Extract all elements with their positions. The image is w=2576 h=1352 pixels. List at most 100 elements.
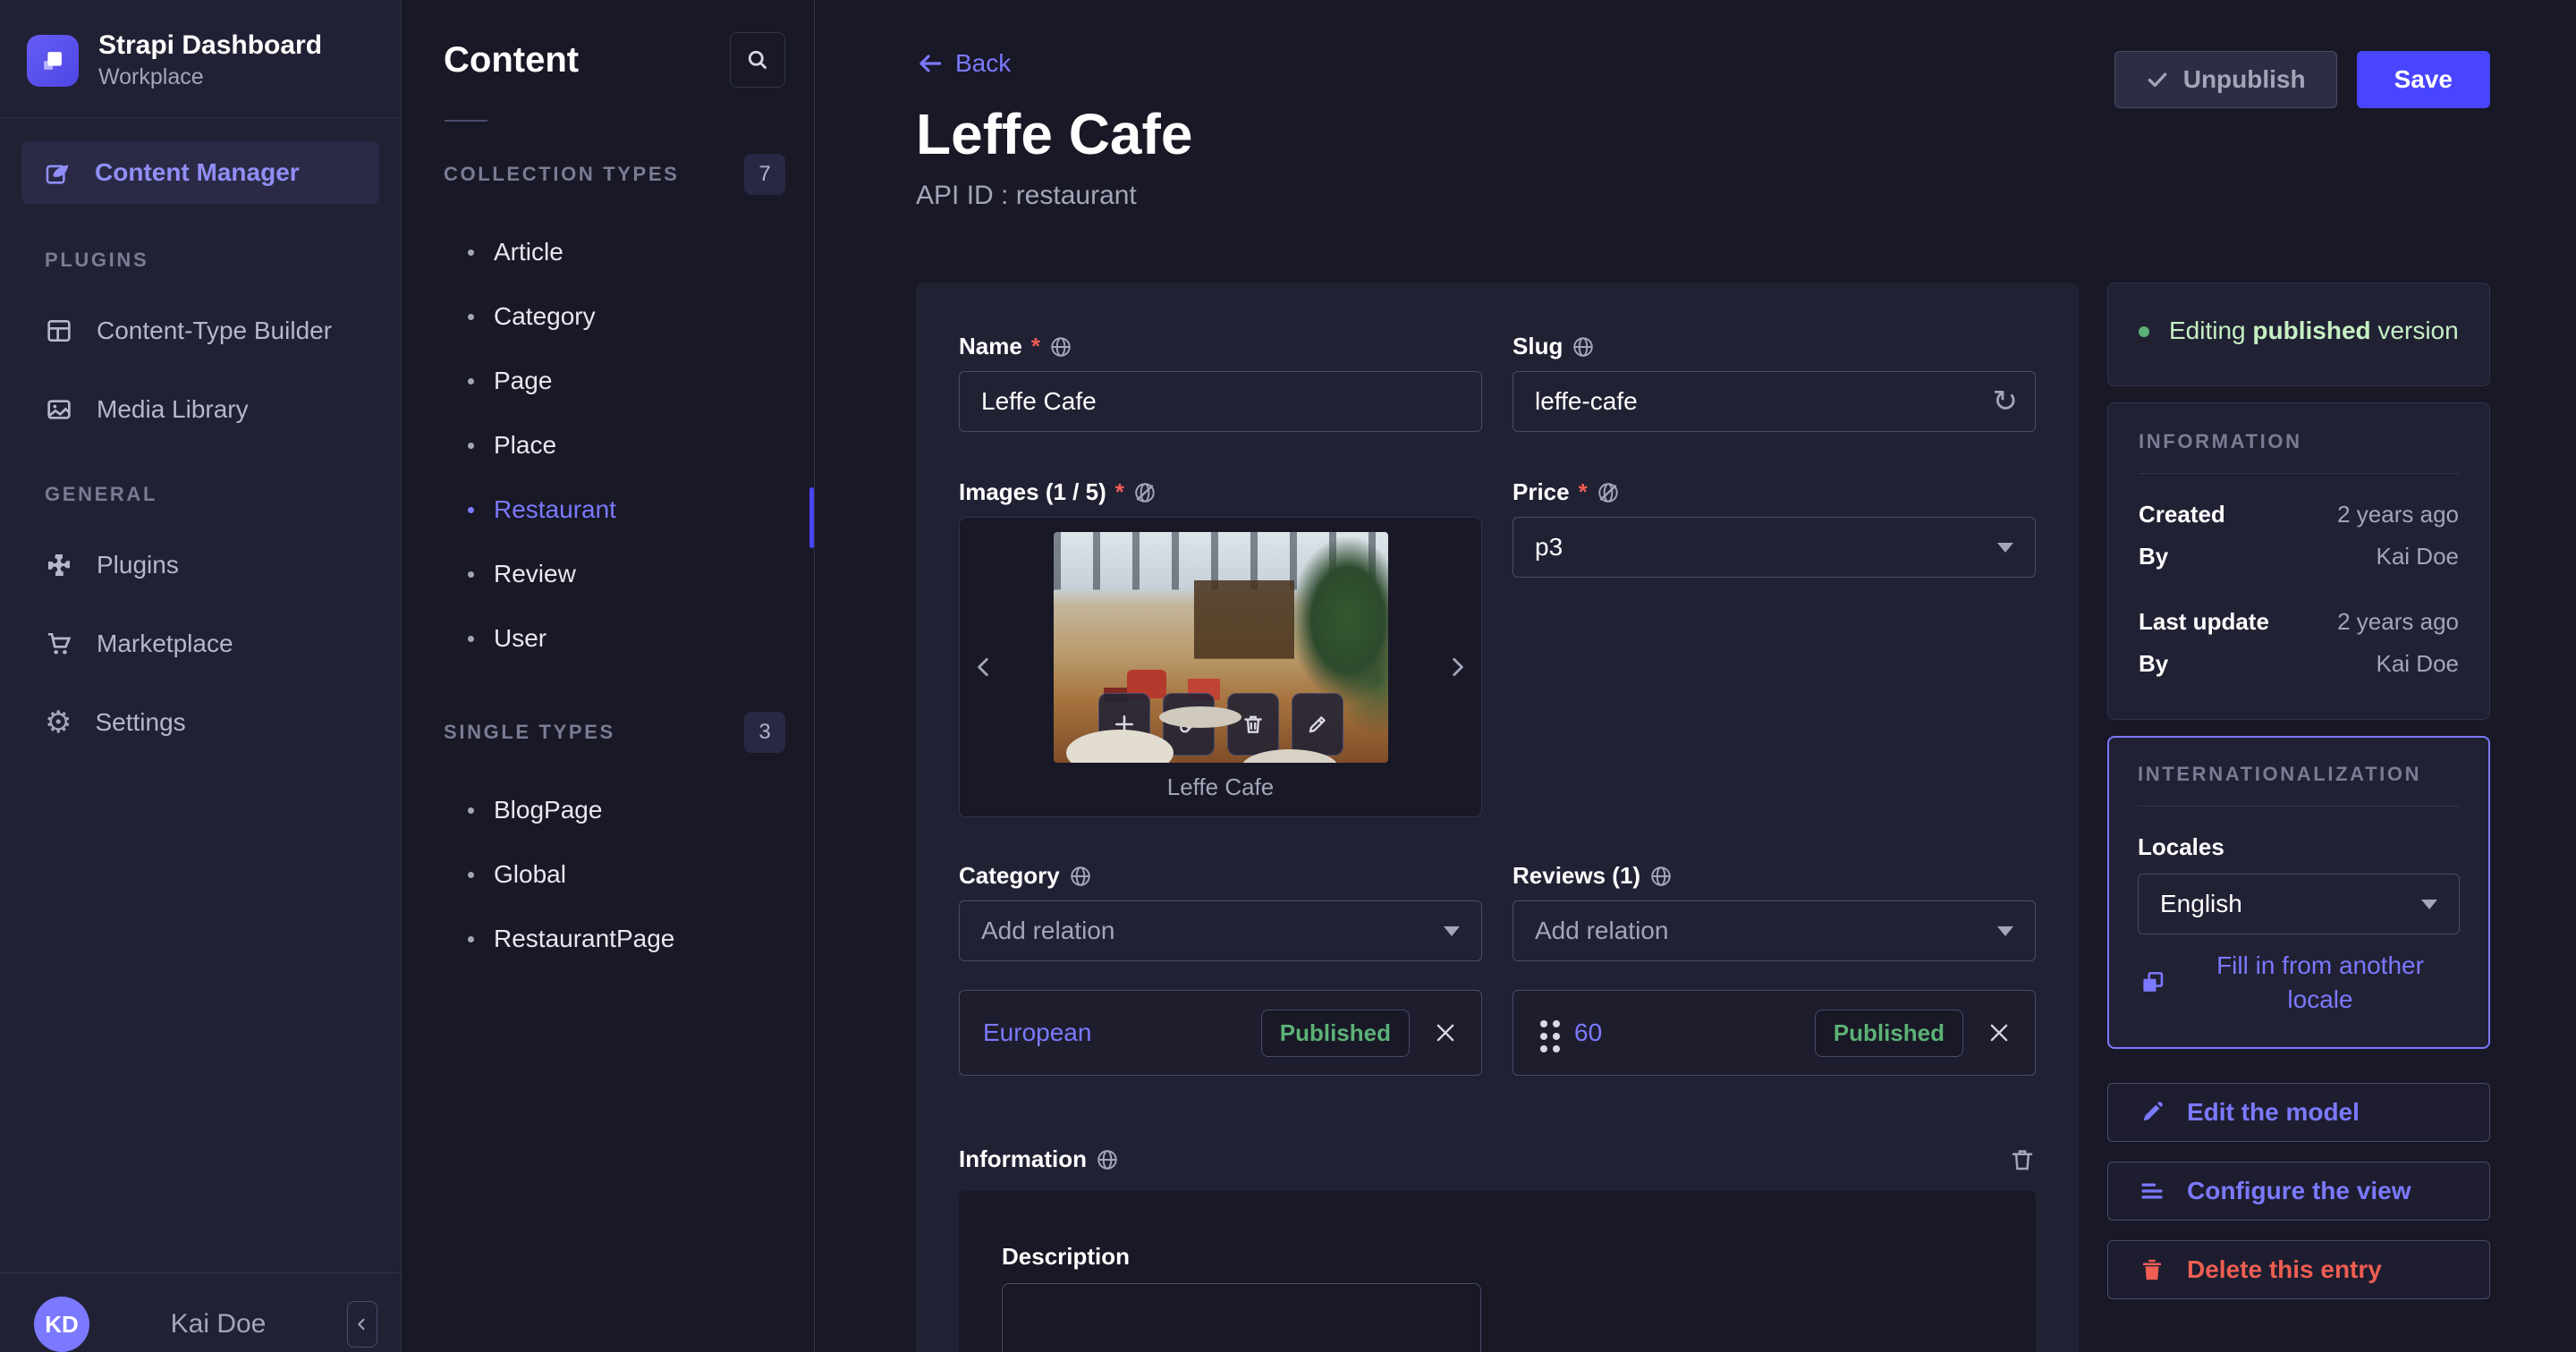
locales-label: Locales bbox=[2138, 833, 2224, 860]
bullet-icon bbox=[468, 506, 474, 513]
delete-component-button[interactable] bbox=[2009, 1146, 2036, 1173]
divider bbox=[2138, 806, 2460, 807]
configure-view-button[interactable]: Configure the view bbox=[2107, 1162, 2490, 1221]
carousel-next-button[interactable] bbox=[1433, 518, 1481, 816]
back-link[interactable]: Back bbox=[916, 49, 1011, 78]
editing-status-text: Editing published version bbox=[2169, 317, 2459, 344]
subnav-item-place[interactable]: Place bbox=[402, 413, 814, 477]
sidebar-item-plugins[interactable]: Plugins bbox=[0, 537, 401, 594]
scrollbar-thumb[interactable] bbox=[809, 487, 814, 548]
avatar[interactable]: KD bbox=[34, 1297, 89, 1352]
information-component-panel: Description bbox=[959, 1191, 2036, 1352]
workspace-brand[interactable]: Strapi Dashboard Workplace bbox=[0, 0, 401, 117]
fill-from-locale-link[interactable]: Fill in from another locale bbox=[2138, 949, 2460, 1017]
divider bbox=[445, 120, 487, 122]
pencil-icon bbox=[2139, 1099, 2165, 1126]
category-relation-card: European Published bbox=[959, 990, 1482, 1076]
category-relation-select[interactable]: Add relation bbox=[959, 900, 1482, 961]
trash-icon bbox=[2139, 1256, 2165, 1283]
single-types-header: SINGLE TYPES 3 bbox=[444, 712, 785, 753]
unpublish-button[interactable]: Unpublish bbox=[2114, 51, 2337, 108]
main-nav: Strapi Dashboard Workplace Content Manag… bbox=[0, 0, 402, 1352]
check-icon bbox=[2146, 68, 2169, 91]
globe-icon bbox=[1649, 865, 1673, 888]
sidebar-item-label: Content Manager bbox=[95, 158, 300, 186]
drag-handle-icon[interactable] bbox=[1540, 1020, 1547, 1027]
list-icon bbox=[2139, 1178, 2165, 1204]
copy-icon bbox=[2138, 968, 2168, 998]
image-caption: Leffe Cafe bbox=[1166, 773, 1275, 800]
globe-icon bbox=[1572, 335, 1595, 359]
bullet-icon bbox=[468, 807, 474, 814]
remove-relation-button[interactable] bbox=[1433, 1020, 1458, 1045]
internationalization-box: INTERNATIONALIZATION Locales English Fil… bbox=[2107, 736, 2490, 1049]
subnav-item-global[interactable]: Global bbox=[402, 842, 814, 907]
reviews-relation-card: 60 Published bbox=[1513, 990, 2036, 1076]
editing-status-box: Editing published version bbox=[2107, 283, 2490, 386]
remove-relation-button[interactable] bbox=[1987, 1020, 2012, 1045]
locale-select[interactable]: English bbox=[2138, 874, 2460, 934]
layout-icon bbox=[45, 317, 73, 345]
subnav-item-page[interactable]: Page bbox=[402, 349, 814, 413]
description-label: Description bbox=[1002, 1243, 1131, 1270]
chevron-down-icon bbox=[1997, 542, 2013, 553]
sidebar-item-media-library[interactable]: Media Library bbox=[0, 381, 401, 438]
bullet-icon bbox=[468, 377, 474, 384]
relation-link[interactable]: European bbox=[983, 1018, 1091, 1047]
carousel-prev-button[interactable] bbox=[960, 518, 1008, 816]
name-field: Name * bbox=[959, 333, 1482, 432]
price-select[interactable]: p3 bbox=[1513, 517, 2036, 578]
user-area: KD Kai Doe bbox=[0, 1273, 401, 1352]
reviews-field: Reviews (1) Add relation 60 Published bbox=[1513, 862, 2036, 1076]
regenerate-icon[interactable]: ↻ bbox=[1993, 386, 2019, 417]
subnav-item-review[interactable]: Review bbox=[402, 542, 814, 606]
nav-section-plugins: PLUGINS bbox=[45, 249, 149, 271]
sidebar-item-settings[interactable]: ⚙ Settings bbox=[0, 694, 401, 751]
globe-icon bbox=[1096, 1148, 1119, 1171]
subnav-item-restaurantpage[interactable]: RestaurantPage bbox=[402, 907, 814, 971]
search-button[interactable] bbox=[730, 32, 785, 88]
gear-icon: ⚙ bbox=[45, 706, 72, 739]
copy-link-button[interactable] bbox=[1162, 693, 1215, 756]
edit-asset-button[interactable] bbox=[1291, 693, 1343, 756]
sidebar-item-marketplace[interactable]: Marketplace bbox=[0, 615, 401, 672]
collapse-sidebar-button[interactable] bbox=[347, 1301, 377, 1348]
chevron-down-icon bbox=[1997, 925, 2013, 936]
restaurant-photo bbox=[1053, 532, 1388, 763]
slug-input[interactable] bbox=[1513, 371, 2036, 432]
image-icon bbox=[45, 395, 73, 424]
cart-icon bbox=[45, 630, 73, 658]
chevron-down-icon bbox=[2421, 899, 2437, 909]
information-component-header: Information bbox=[959, 1145, 2036, 1173]
description-textarea[interactable] bbox=[1002, 1283, 1481, 1352]
save-button[interactable]: Save bbox=[2356, 51, 2490, 108]
api-id: API ID : restaurant bbox=[916, 181, 1137, 210]
delete-asset-button[interactable] bbox=[1226, 693, 1279, 756]
subnav-item-article[interactable]: Article bbox=[402, 220, 814, 284]
subnav-item-category[interactable]: Category bbox=[402, 284, 814, 349]
status-badge: Published bbox=[1260, 1009, 1410, 1057]
puzzle-icon bbox=[45, 551, 73, 579]
collection-types-count-badge: 7 bbox=[744, 154, 785, 195]
name-input[interactable] bbox=[959, 371, 1482, 432]
trash-icon bbox=[2009, 1146, 2036, 1173]
sidebar-item-content-manager[interactable]: Content Manager bbox=[21, 141, 379, 204]
brand-text: Strapi Dashboard Workplace bbox=[98, 30, 322, 90]
bullet-icon bbox=[468, 313, 474, 320]
subnav-item-blogpage[interactable]: BlogPage bbox=[402, 778, 814, 842]
arrow-left-icon bbox=[916, 49, 945, 78]
workspace-title: Strapi Dashboard bbox=[98, 30, 323, 60]
subnav-item-user[interactable]: User bbox=[402, 606, 814, 671]
entry-form-panel: Name* Slug bbox=[916, 283, 2079, 1352]
edit-model-button[interactable]: Edit the model bbox=[2107, 1083, 2490, 1142]
delete-entry-button[interactable]: Delete this entry bbox=[2107, 1240, 2490, 1299]
status-dot-icon bbox=[2139, 326, 2149, 337]
bullet-icon bbox=[468, 570, 474, 578]
page-title: Leffe Cafe bbox=[916, 102, 1193, 166]
subnav-item-restaurant[interactable]: Restaurant bbox=[402, 477, 814, 542]
add-asset-button[interactable] bbox=[1097, 693, 1150, 756]
divider bbox=[0, 117, 401, 118]
sidebar-item-content-type-builder[interactable]: Content-Type Builder bbox=[0, 302, 401, 359]
relation-link[interactable]: 60 bbox=[1574, 1018, 1602, 1047]
reviews-relation-select[interactable]: Add relation bbox=[1513, 900, 2036, 961]
